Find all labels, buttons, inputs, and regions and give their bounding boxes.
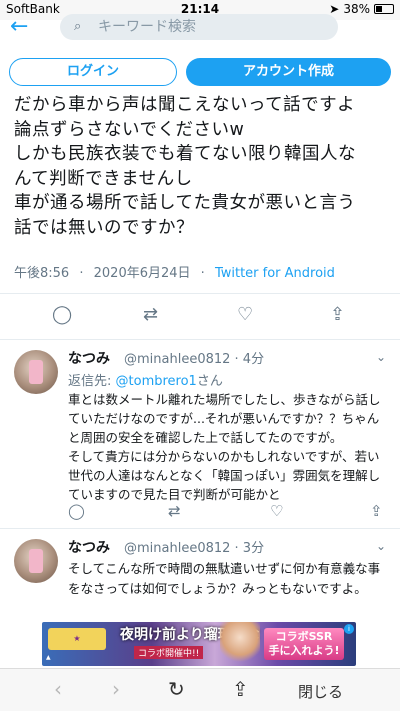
comment-icon[interactable]: ◯	[52, 304, 72, 325]
ad-character-image	[220, 622, 260, 666]
tweet-date: 2020年6月24日	[93, 266, 191, 281]
search-input[interactable]: ⌕ キーワード検索	[60, 14, 338, 40]
tweet-time: 午後8:56	[14, 266, 70, 281]
search-icon: ⌕	[74, 19, 82, 34]
heart-icon[interactable]: ♡	[270, 502, 283, 520]
divider	[0, 293, 400, 294]
comment-icon[interactable]: ◯	[68, 502, 85, 520]
reply-tweet[interactable]: なつみ @minahlee0812 · 4分 ⌄ 返信先: @tombrero1…	[0, 340, 400, 530]
auth-buttons: ログイン アカウント作成	[0, 56, 400, 88]
share-icon[interactable]: ⇪	[370, 502, 383, 520]
ad-subtitle: コラボ開催中!!	[134, 646, 204, 659]
reply-to-mention[interactable]: @tombrero1	[116, 374, 197, 389]
ad-logo: ★	[48, 628, 106, 650]
reply-to-prefix: 返信先:	[68, 374, 116, 389]
info-icon[interactable]: i	[344, 624, 354, 634]
chevron-down-icon[interactable]: ⌄	[376, 539, 386, 553]
avatar[interactable]	[14, 539, 58, 583]
avatar[interactable]	[14, 350, 58, 394]
reply-text: そしてこんな所で時間の無駄遣いせずに何か有意義な事 をなさっては如何でしょうか？…	[68, 561, 381, 596]
tweet-source-link[interactable]: Twitter for Android	[215, 266, 335, 281]
reload-icon[interactable]: ↻	[168, 677, 185, 701]
signup-button[interactable]: アカウント作成	[186, 58, 391, 86]
login-button[interactable]: ログイン	[9, 58, 177, 86]
back-icon[interactable]: ‹	[54, 677, 62, 701]
arrow-left-icon[interactable]: ←	[10, 14, 28, 39]
search-placeholder: キーワード検索	[98, 19, 196, 35]
browser-toolbar: ‹ › ↻ ⇪ 閉じる	[0, 668, 400, 711]
reply-to-suffix: さん	[196, 374, 223, 389]
heart-icon[interactable]: ♡	[237, 304, 253, 325]
close-button[interactable]: 閉じる	[298, 681, 343, 702]
meta-separator: ·	[79, 266, 84, 281]
tweet-meta: 午後8:56 · 2020年6月24日 · Twitter for Androi…	[14, 262, 335, 281]
main-tweet-actions: ◯ ⇄ ♡ ⇪	[0, 304, 400, 334]
battery-fill	[376, 6, 383, 12]
reply-tweet[interactable]: なつみ @minahlee0812 · 3分 ⌄ そしてこんな所で時間の無駄遣い…	[0, 529, 400, 621]
retweet-icon[interactable]: ⇄	[143, 304, 158, 325]
reply-author-name[interactable]: なつみ	[68, 348, 110, 368]
ad-brand-mark: ▲	[46, 654, 51, 661]
meta-separator: ·	[200, 266, 205, 281]
reply-text: 車とは数メートル離れた場所でしたし、歩きながら話し ていただけなのですが...そ…	[68, 392, 381, 502]
reply-to: 返信先: @tombrero1さん	[68, 370, 223, 389]
avatar-phone	[29, 360, 43, 384]
forward-icon[interactable]: ›	[112, 677, 120, 701]
ad-banner[interactable]: ★ ▲ 夜明け前より瑠璃色な コラボ開催中!! コラボSSR 手に入れよう! i	[42, 622, 356, 666]
avatar-phone	[29, 549, 43, 573]
share-icon[interactable]: ⇪	[330, 304, 345, 325]
share-icon[interactable]: ⇪	[232, 677, 249, 701]
header: ← ⌕ キーワード検索	[0, 14, 400, 44]
reply-author-handle: @minahlee0812 · 3分	[124, 541, 265, 556]
chevron-down-icon[interactable]: ⌄	[376, 350, 386, 364]
reply-author-name[interactable]: なつみ	[68, 537, 110, 557]
reply-author-handle: @minahlee0812 · 4分	[124, 352, 265, 367]
retweet-icon[interactable]: ⇄	[168, 502, 181, 520]
ad-collab-label[interactable]: コラボSSR 手に入れよう!	[264, 628, 344, 660]
main-tweet-text: だから車から声は聞こえないって話ですよ 論点ずらさないでくださいw しかも民族衣…	[14, 95, 356, 238]
battery-icon	[374, 4, 394, 14]
